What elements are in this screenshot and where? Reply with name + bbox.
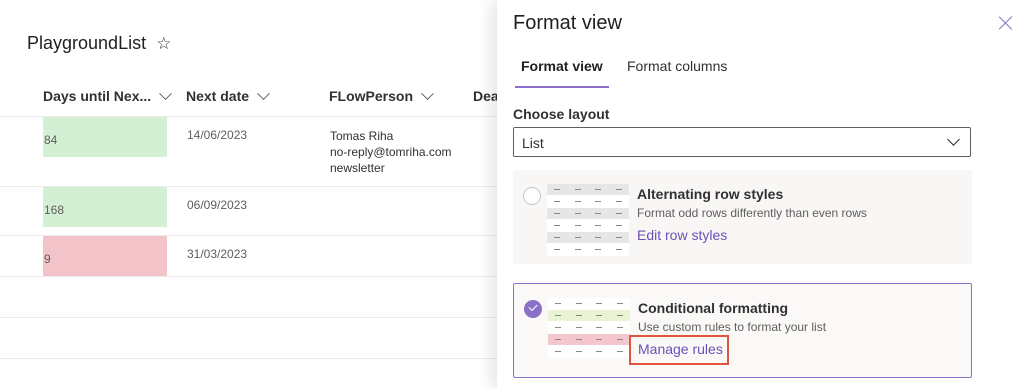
star-icon[interactable]: ☆ (156, 34, 171, 54)
row-divider (0, 317, 497, 318)
days-until-cell: 168 (43, 187, 167, 227)
flowperson-cell: Tomas Riha no-reply@tomriha.com newslett… (330, 128, 452, 176)
column-header-days-until[interactable]: Days until Nex... (43, 86, 173, 104)
chevron-down-icon (257, 86, 270, 100)
tab-format-columns[interactable]: Format columns (627, 58, 727, 88)
days-until-cell: 9 (43, 236, 167, 276)
option-alternating-row-styles[interactable]: Alternating row styles Format odd rows d… (513, 170, 972, 264)
column-header-label: Next date (186, 88, 250, 104)
chevron-down-icon (159, 86, 173, 100)
chevron-down-icon (421, 86, 434, 100)
column-header-deadline[interactable]: Dea (473, 88, 497, 104)
column-header-flowperson[interactable]: FLowPerson (329, 86, 434, 104)
days-value: 168 (44, 203, 65, 217)
list-title: PlaygroundList ☆ (27, 33, 171, 54)
alternating-rows-preview-icon (547, 184, 629, 256)
person-note: newsletter (330, 161, 385, 175)
choose-layout-label: Choose layout (513, 106, 610, 122)
option-title: Alternating row styles (637, 186, 784, 202)
next-date-cell: 06/09/2023 (187, 198, 248, 212)
format-view-panel: Format view Format view Format columns C… (497, 0, 1024, 389)
row-divider (0, 276, 497, 277)
radio-unchecked-icon[interactable] (523, 187, 541, 205)
option-title: Conditional formatting (638, 300, 789, 316)
option-conditional-formatting[interactable]: Conditional formatting Use custom rules … (513, 283, 972, 378)
list-area: PlaygroundList ☆ Days until Nex... Next … (0, 0, 497, 389)
conditional-formatting-preview-icon (548, 298, 630, 358)
option-description: Use custom rules to format your list (638, 320, 827, 334)
column-header-label: Days until Nex... (43, 88, 152, 104)
radio-checked-icon[interactable] (524, 300, 542, 318)
days-value: 9 (44, 252, 51, 266)
manage-rules-link[interactable]: Manage rules (638, 341, 723, 357)
option-description: Format odd rows differently than even ro… (637, 206, 867, 220)
close-icon[interactable] (997, 14, 1015, 32)
column-header-label: FLowPerson (329, 88, 414, 104)
days-value: 84 (44, 133, 58, 147)
list-title-text: PlaygroundList (27, 33, 147, 53)
panel-title: Format view (513, 12, 622, 34)
layout-selected-value: List (522, 135, 544, 151)
days-until-cell: 84 (43, 117, 167, 157)
next-date-cell: 14/06/2023 (187, 128, 248, 142)
person-email: no-reply@tomriha.com (330, 145, 452, 159)
tab-format-view[interactable]: Format view (515, 58, 609, 88)
person-name: Tomas Riha (330, 129, 394, 143)
column-header-next-date[interactable]: Next date (186, 86, 270, 104)
chevron-down-icon (947, 133, 960, 146)
column-header-label: Dea (473, 88, 497, 104)
row-divider (0, 358, 497, 359)
next-date-cell: 31/03/2023 (187, 247, 248, 261)
layout-dropdown[interactable]: List (513, 127, 971, 157)
edit-row-styles-link[interactable]: Edit row styles (637, 227, 727, 243)
